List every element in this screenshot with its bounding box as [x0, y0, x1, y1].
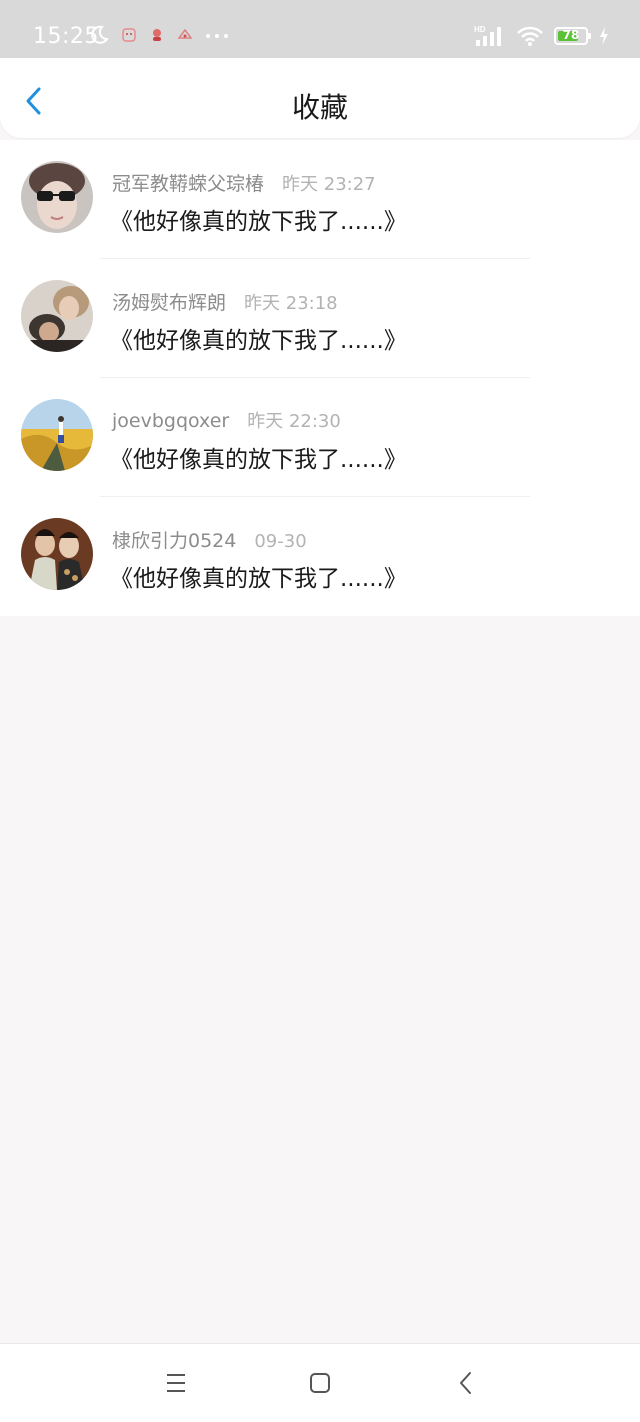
avatar-photo-sunglasses [21, 161, 93, 233]
item-content[interactable]: 《他好像真的放下我了......》 [110, 559, 407, 593]
page-title: 收藏 [291, 91, 348, 124]
svg-text:HD: HD [474, 25, 486, 34]
list-item[interactable]: 汤姆熨布辉朗 昨天 23:18 《他好像真的放下我了......》 [0, 259, 640, 378]
back-icon[interactable] [449, 1366, 483, 1400]
charging-icon [600, 27, 608, 45]
favorites-list: 冠军教鞯蝾父琮椿 昨天 23:27 《他好像真的放下我了......》 汤姆熨布… [0, 140, 640, 616]
status-icons-right: HD 78 [474, 24, 610, 48]
app-notification-icon-2 [153, 29, 161, 41]
item-username[interactable]: 汤姆熨布辉朗 [112, 288, 226, 315]
item-content[interactable]: 《他好像真的放下我了......》 [110, 321, 407, 355]
avatar-photo-costume [21, 518, 93, 590]
avatar[interactable] [21, 399, 93, 471]
hd-signal-icon: HD [474, 25, 501, 46]
item-time: 昨天 23:18 [244, 293, 338, 314]
item-meta: 汤姆熨布辉朗 昨天 23:18 [112, 288, 338, 315]
system-nav-bar [0, 1343, 640, 1422]
item-username[interactable]: 冠军教鞯蝾父琮椿 [112, 169, 264, 196]
status-icons-left [88, 24, 230, 46]
list-item[interactable]: 冠军教鞯蝾父琮椿 昨天 23:27 《他好像真的放下我了......》 [0, 140, 640, 259]
list-item[interactable]: joevbgqoxer 昨天 22:30 《他好像真的放下我了......》 [0, 378, 640, 497]
item-meta: 冠军教鞯蝾父琮椿 昨天 23:27 [112, 169, 376, 196]
battery-level: 78 [562, 28, 580, 42]
item-meta: joevbgqoxer 昨天 22:30 [112, 407, 341, 433]
app-notification-icon-3 [177, 28, 193, 39]
item-username[interactable]: 棣欣引力0524 [112, 526, 236, 553]
item-username[interactable]: joevbgqoxer [112, 410, 229, 432]
list-item[interactable]: 棣欣引力0524 09-30 《他好像真的放下我了......》 [0, 497, 640, 616]
avatar-photo-flowers [21, 399, 93, 471]
battery-cap [588, 33, 591, 39]
item-time: 昨天 23:27 [282, 174, 376, 195]
item-time: 昨天 22:30 [247, 411, 341, 432]
item-content[interactable]: 《他好像真的放下我了......》 [110, 440, 407, 474]
wifi-icon [517, 26, 543, 46]
home-icon[interactable] [303, 1366, 337, 1400]
avatar[interactable] [21, 518, 93, 590]
item-meta: 棣欣引力0524 09-30 [112, 526, 307, 553]
menu-icon[interactable] [159, 1366, 193, 1400]
moon-icon [91, 25, 109, 44]
battery-icon: 78 [554, 27, 591, 45]
more-dots-icon [206, 34, 228, 38]
avatar-photo-couple [21, 280, 93, 352]
header: 收藏 [0, 58, 640, 138]
item-time: 09-30 [254, 531, 307, 552]
avatar[interactable] [21, 161, 93, 233]
avatar[interactable] [21, 280, 93, 352]
app-notification-icon-1 [122, 28, 136, 42]
favorites-screen: 15:25 HD 78 收藏 冠军教鞯蝾父琮椿 昨天 23:27 《他好像真的放… [0, 0, 640, 1422]
item-content[interactable]: 《他好像真的放下我了......》 [110, 202, 407, 236]
